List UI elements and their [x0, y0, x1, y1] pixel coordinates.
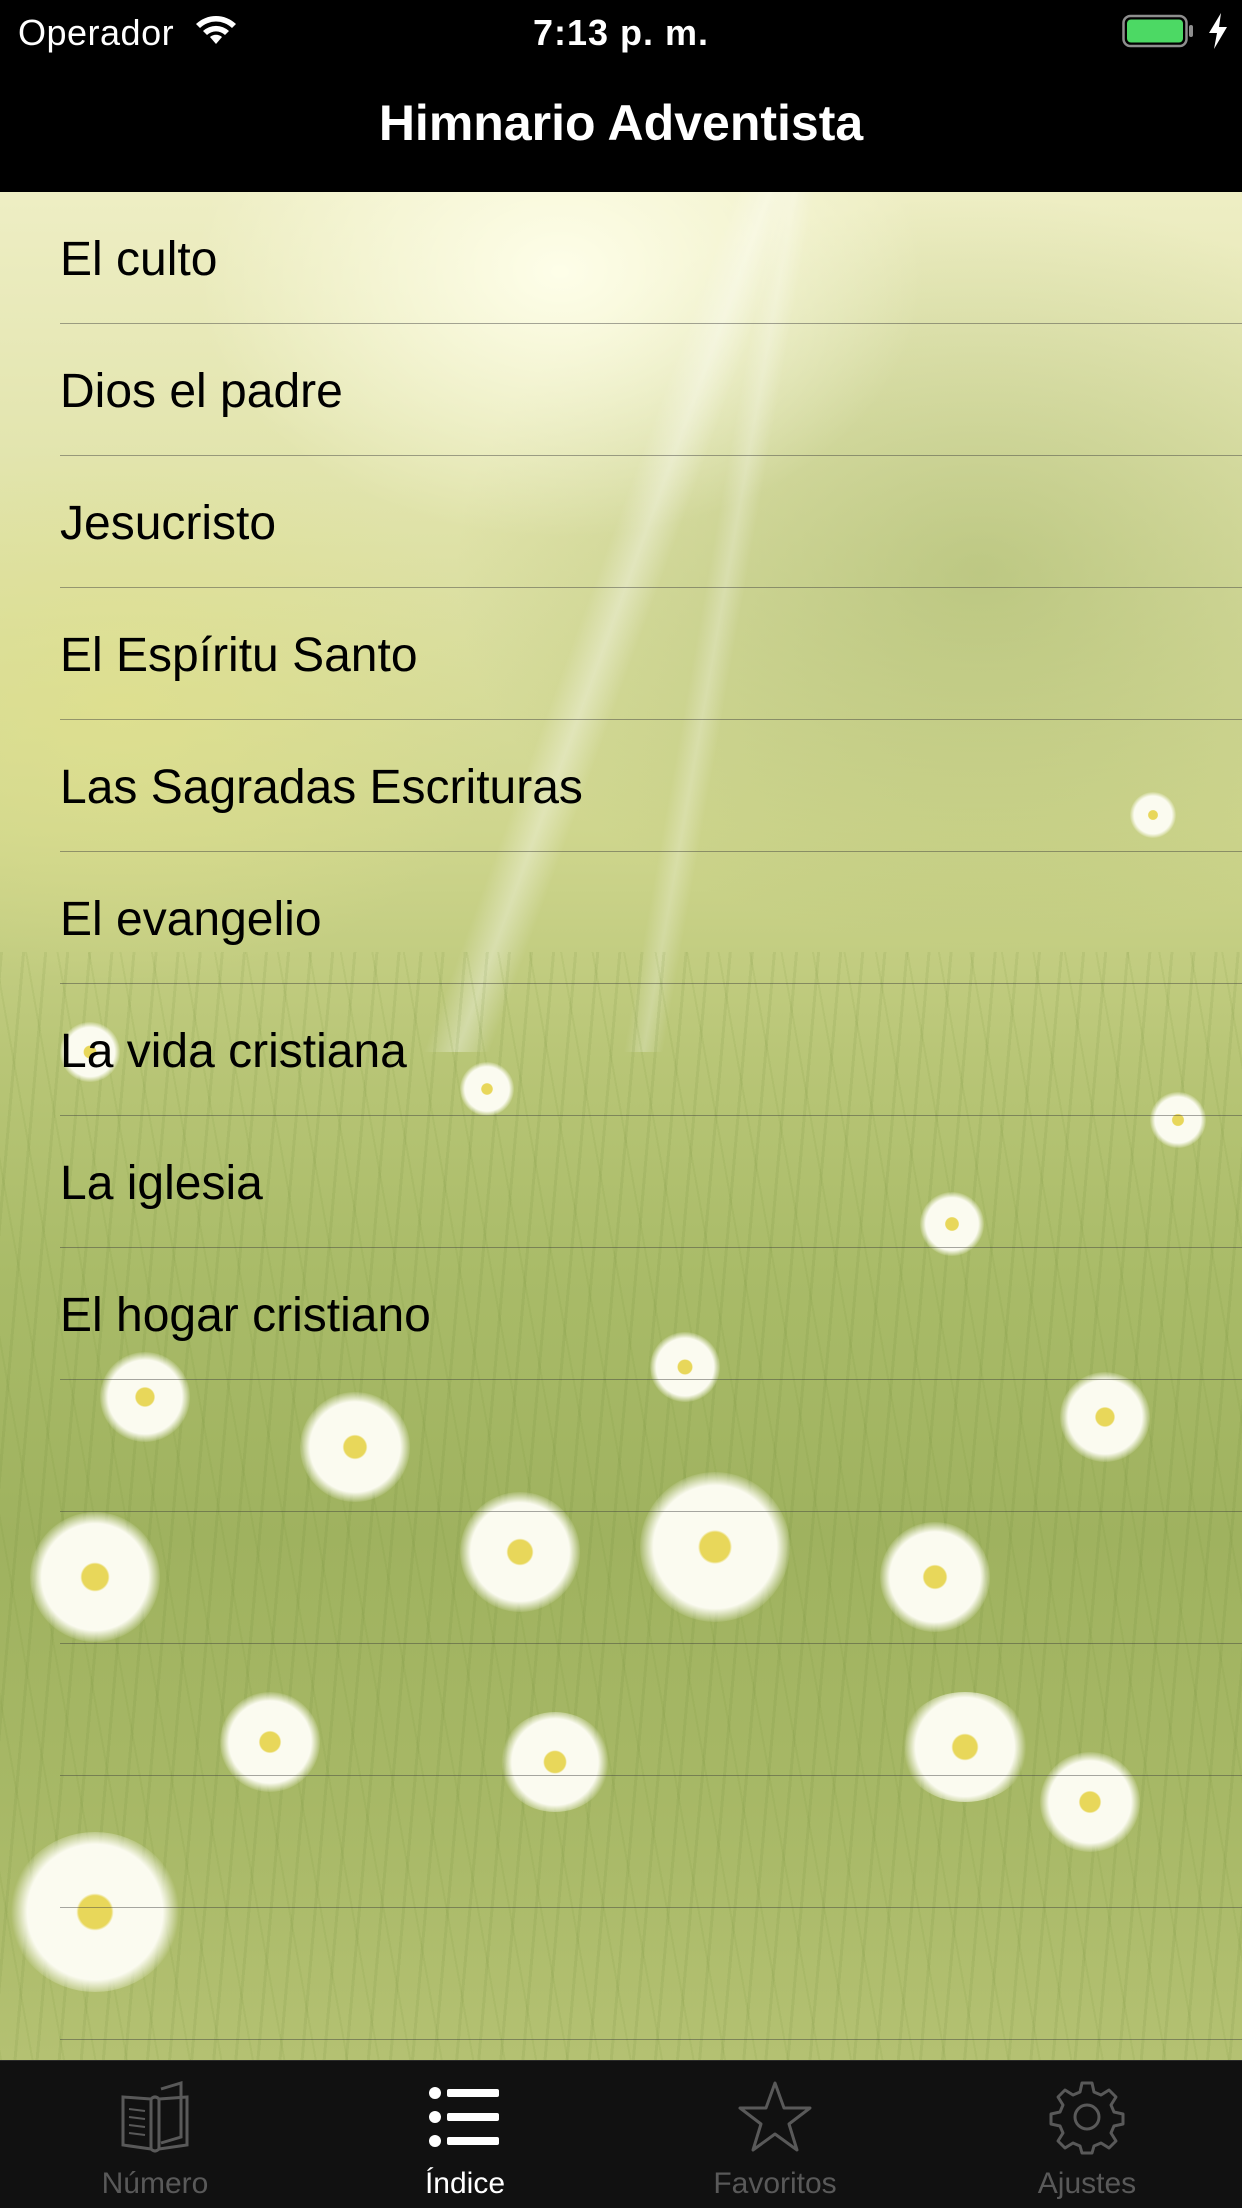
list-item-label: El culto — [60, 233, 218, 286]
list-item-label: La iglesia — [60, 1157, 263, 1210]
tab-label: Favoritos — [713, 2167, 837, 2200]
empty-row — [0, 1776, 1242, 1908]
list-item[interactable]: Dios el padre — [0, 324, 1242, 456]
index-list: El culto Dios el padre Jesucristo El Esp… — [0, 192, 1242, 2040]
list-item-label: Las Sagradas Escrituras — [60, 761, 583, 814]
tab-indice[interactable]: Índice — [310, 2061, 620, 2208]
status-bar: Operador 7:13 p. m. — [0, 0, 1242, 64]
empty-row — [0, 1644, 1242, 1776]
list-item-label: El evangelio — [60, 893, 322, 946]
charging-icon — [1209, 13, 1227, 49]
list-item-label: Jesucristo — [60, 497, 277, 550]
tab-favoritos[interactable]: Favoritos — [620, 2061, 930, 2208]
list-item[interactable]: El Espíritu Santo — [0, 588, 1242, 720]
empty-row — [0, 1380, 1242, 1512]
tab-label: Ajustes — [1037, 2167, 1137, 2200]
tab-ajustes[interactable]: Ajustes — [932, 2061, 1242, 2208]
navigation-bar: Himnario Adventista — [0, 64, 1242, 192]
list-item-label: Dios el padre — [60, 365, 343, 418]
list-item[interactable]: El culto — [0, 192, 1242, 324]
book-icon — [121, 2080, 189, 2153]
empty-row — [0, 1908, 1242, 2040]
tab-label: Número — [101, 2167, 209, 2200]
list-item[interactable]: La iglesia — [0, 1116, 1242, 1248]
list-item-label: La vida cristiana — [60, 1025, 407, 1078]
clock: 7:13 p. m. — [532, 12, 710, 53]
tab-bar: Número Índice Favoritos Ajustes — [0, 2060, 1242, 2208]
empty-row — [0, 1512, 1242, 1644]
list-item[interactable]: El hogar cristiano — [0, 1248, 1242, 1380]
list-item[interactable]: La vida cristiana — [0, 984, 1242, 1116]
star-icon — [738, 2081, 812, 2152]
list-item-label: El hogar cristiano — [60, 1289, 431, 1342]
list-item[interactable]: El evangelio — [0, 852, 1242, 984]
list-item[interactable]: Jesucristo — [0, 456, 1242, 588]
list-icon — [429, 2087, 499, 2147]
battery-icon — [1122, 14, 1193, 48]
list-item[interactable]: Las Sagradas Escrituras — [0, 720, 1242, 852]
gear-icon — [1049, 2081, 1125, 2155]
list-item-label: El Espíritu Santo — [60, 629, 418, 682]
tab-numero[interactable]: Número — [0, 2061, 310, 2208]
page-title: Himnario Adventista — [378, 95, 864, 151]
tab-label: Índice — [424, 2167, 506, 2200]
